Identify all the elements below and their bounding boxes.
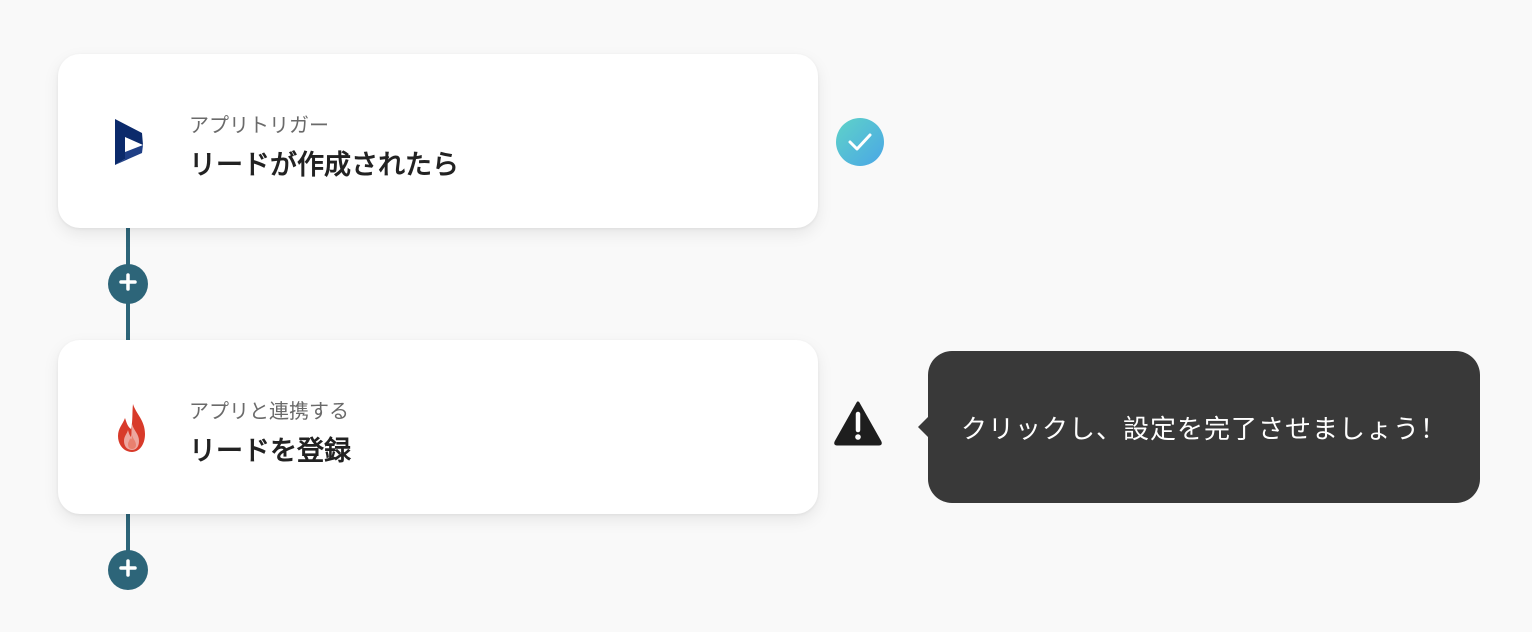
add-step-button[interactable]	[108, 264, 148, 304]
trigger-step-card[interactable]: アプリトリガー リードが作成されたら	[58, 54, 818, 228]
tooltip-text: クリックし、設定を完了させましょう！	[960, 414, 1447, 445]
check-circle-icon	[836, 118, 884, 166]
setup-hint-tooltip: クリックし、設定を完了させましょう！	[918, 351, 1480, 503]
plus-icon	[119, 559, 137, 581]
add-step-button[interactable]	[108, 550, 148, 590]
plus-icon	[119, 273, 137, 295]
flow-connector-line	[126, 514, 130, 554]
dynamics-365-icon	[112, 116, 152, 168]
step-kind-label: アプリトリガー	[189, 113, 329, 137]
step-title: リードを登録	[189, 436, 351, 467]
warning-triangle-icon	[833, 400, 883, 446]
flame-app-icon	[112, 402, 152, 454]
action-step-card[interactable]: アプリと連携する リードを登録	[58, 340, 818, 514]
step-kind-label: アプリと連携する	[189, 399, 349, 423]
step-title: リードが作成されたら	[189, 150, 459, 181]
